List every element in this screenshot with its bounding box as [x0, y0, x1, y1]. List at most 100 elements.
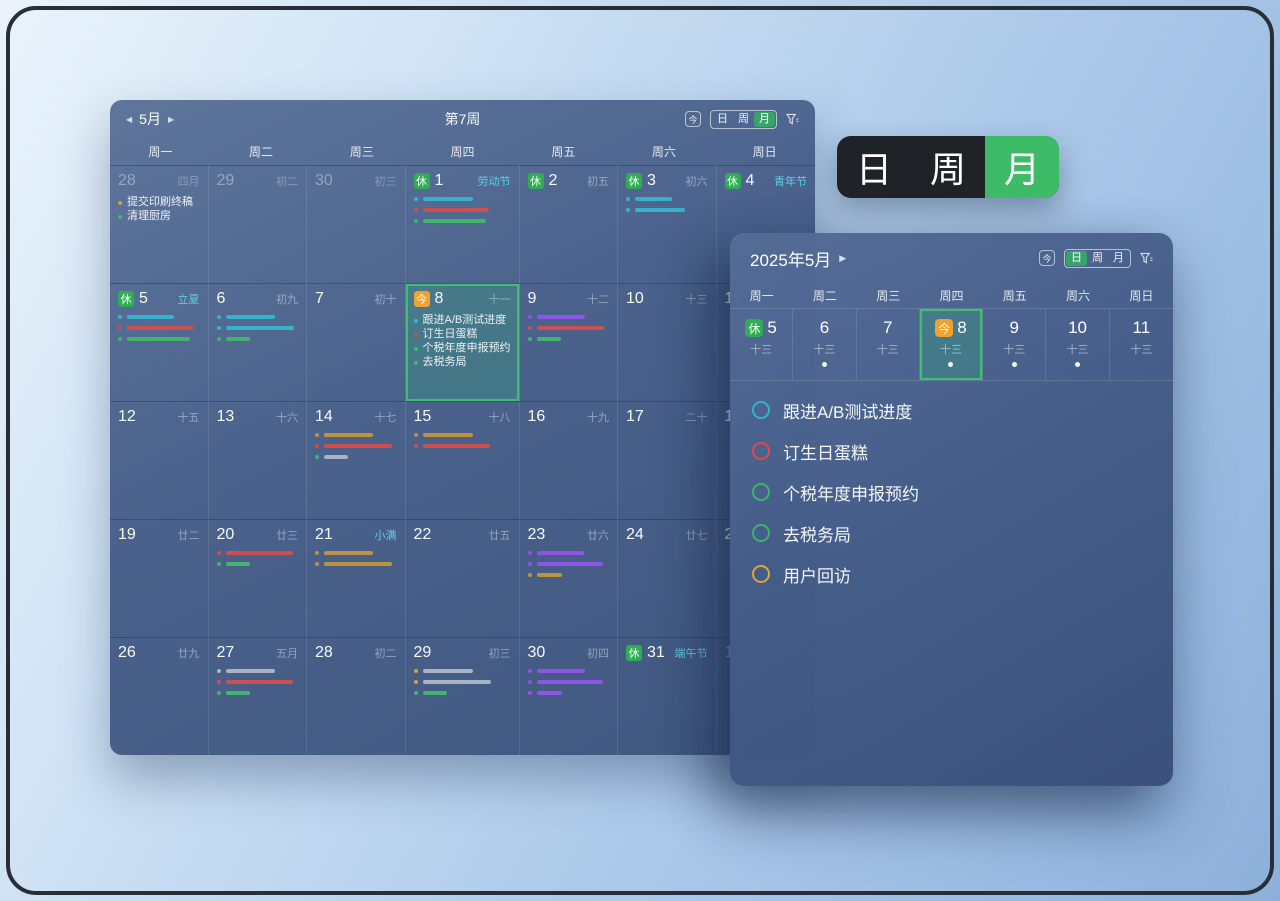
event-item[interactable]: [315, 455, 397, 459]
task-status-circle[interactable]: [752, 483, 770, 501]
mini-day-cell[interactable]: 11十三: [1110, 309, 1173, 380]
mini-today-button[interactable]: 今: [1039, 250, 1055, 266]
calendar-cell[interactable]: 23廿六: [520, 519, 619, 637]
event-item[interactable]: [217, 315, 299, 319]
task-status-circle[interactable]: [752, 565, 770, 583]
calendar-cell[interactable]: 24廿七: [618, 519, 717, 637]
task-item[interactable]: 跟进A/B测试进度: [752, 395, 1153, 425]
event-item[interactable]: [414, 669, 511, 673]
task-item[interactable]: 个税年度申报预约: [752, 477, 1153, 507]
mini-day-cell[interactable]: 7十三: [857, 309, 920, 380]
event-item[interactable]: [528, 326, 610, 330]
calendar-cell[interactable]: 17二十: [618, 401, 717, 519]
event-item[interactable]: [528, 551, 610, 555]
big-view-toggle-option-day[interactable]: 日: [837, 136, 911, 198]
mini-day-cell[interactable]: 9十三: [983, 309, 1046, 380]
event-item[interactable]: [217, 691, 299, 695]
event-item[interactable]: [414, 197, 511, 201]
event-item[interactable]: 个税年度申报预约: [414, 343, 511, 354]
calendar-cell[interactable]: 休31端午节: [618, 637, 717, 755]
event-item[interactable]: [528, 691, 610, 695]
event-item[interactable]: [315, 433, 397, 437]
task-item[interactable]: 去税务局: [752, 518, 1153, 548]
calendar-cell[interactable]: 休1劳动节: [406, 165, 520, 283]
view-toggle-option-day[interactable]: 日: [1066, 251, 1087, 266]
event-item[interactable]: [217, 680, 299, 684]
event-item[interactable]: [528, 680, 610, 684]
prev-month-button[interactable]: ◀: [126, 115, 132, 124]
calendar-cell[interactable]: 休3初六: [618, 165, 717, 283]
calendar-cell[interactable]: 22廿五: [406, 519, 520, 637]
event-item[interactable]: 提交印刷终稿: [118, 197, 200, 208]
event-item[interactable]: [528, 669, 610, 673]
task-item[interactable]: 订生日蛋糕: [752, 436, 1153, 466]
event-item[interactable]: [626, 208, 708, 212]
view-toggle-option-week[interactable]: 周: [733, 112, 754, 127]
calendar-cell[interactable]: 30初三: [307, 165, 406, 283]
task-status-circle[interactable]: [752, 442, 770, 460]
event-item[interactable]: [217, 326, 299, 330]
event-item[interactable]: [626, 197, 708, 201]
calendar-cell[interactable]: 10十三: [618, 283, 717, 401]
event-item[interactable]: [414, 219, 511, 223]
calendar-cell[interactable]: 休5立夏: [110, 283, 209, 401]
big-view-toggle-option-week[interactable]: 周: [911, 136, 985, 198]
event-item[interactable]: [217, 669, 299, 673]
big-view-toggle-option-month[interactable]: 月: [985, 136, 1059, 198]
calendar-cell[interactable]: 30初四: [520, 637, 619, 755]
next-month-button[interactable]: ▶: [168, 115, 174, 124]
calendar-cell[interactable]: 20廿三: [209, 519, 308, 637]
event-item[interactable]: [414, 691, 511, 695]
calendar-cell[interactable]: 26廿九: [110, 637, 209, 755]
event-item[interactable]: 订生日蛋糕: [414, 329, 511, 340]
mini-day-cell[interactable]: 10十三: [1046, 309, 1109, 380]
calendar-cell[interactable]: 19廿二: [110, 519, 209, 637]
calendar-cell[interactable]: 7初十: [307, 283, 406, 401]
calendar-cell[interactable]: 6初九: [209, 283, 308, 401]
view-toggle-option-week[interactable]: 周: [1087, 251, 1108, 266]
event-item[interactable]: [528, 315, 610, 319]
mini-next-button[interactable]: ▶: [839, 253, 846, 264]
event-item[interactable]: [118, 337, 200, 341]
calendar-cell[interactable]: 13十六: [209, 401, 308, 519]
mini-filter-icon[interactable]: [1140, 252, 1153, 265]
event-item[interactable]: [528, 337, 610, 341]
event-item[interactable]: [528, 573, 610, 577]
view-toggle-option-month[interactable]: 月: [1108, 251, 1129, 266]
calendar-cell[interactable]: 29初二: [209, 165, 308, 283]
calendar-cell[interactable]: 9十二: [520, 283, 619, 401]
event-item[interactable]: [118, 315, 200, 319]
calendar-cell[interactable]: 28四月提交印刷终稿清理厨房: [110, 165, 209, 283]
mini-day-cell[interactable]: 6十三: [793, 309, 856, 380]
event-item[interactable]: [217, 551, 299, 555]
event-item[interactable]: [217, 562, 299, 566]
event-item[interactable]: 去税务局: [414, 357, 511, 368]
mini-day-cell[interactable]: 休5十三: [730, 309, 793, 380]
event-item[interactable]: [414, 444, 511, 448]
event-item[interactable]: [414, 208, 511, 212]
event-item[interactable]: [315, 551, 397, 555]
event-item[interactable]: [414, 433, 511, 437]
mini-day-cell[interactable]: 今8十三: [920, 309, 983, 380]
event-item[interactable]: [118, 326, 200, 330]
event-item[interactable]: [315, 444, 397, 448]
event-item[interactable]: [414, 680, 511, 684]
calendar-cell[interactable]: 21小满: [307, 519, 406, 637]
view-toggle-option-day[interactable]: 日: [712, 112, 733, 127]
calendar-cell[interactable]: 28初二: [307, 637, 406, 755]
task-item[interactable]: 用户回访: [752, 559, 1153, 589]
calendar-cell[interactable]: 15十八: [406, 401, 520, 519]
calendar-cell[interactable]: 14十七: [307, 401, 406, 519]
calendar-cell[interactable]: 今8十一跟进A/B测试进度订生日蛋糕个税年度申报预约去税务局: [406, 283, 520, 401]
event-item[interactable]: [315, 562, 397, 566]
event-item[interactable]: 清理厨房: [118, 211, 200, 222]
task-status-circle[interactable]: [752, 401, 770, 419]
calendar-cell[interactable]: 12十五: [110, 401, 209, 519]
event-item[interactable]: [528, 562, 610, 566]
calendar-cell[interactable]: 16十九: [520, 401, 619, 519]
calendar-cell[interactable]: 29初三: [406, 637, 520, 755]
event-item[interactable]: 跟进A/B测试进度: [414, 315, 511, 326]
view-toggle-option-month[interactable]: 月: [754, 112, 775, 127]
task-status-circle[interactable]: [752, 524, 770, 542]
today-button[interactable]: 今: [685, 111, 701, 127]
